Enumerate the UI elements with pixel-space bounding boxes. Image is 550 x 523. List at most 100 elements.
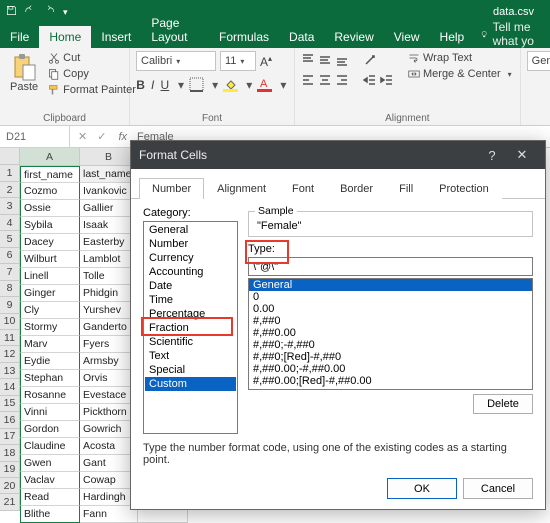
cell[interactable]: Eydie <box>20 353 80 370</box>
cell[interactable]: Ossie <box>20 200 80 217</box>
row-header[interactable]: 7 <box>0 264 20 280</box>
cancel-formula-icon[interactable]: ✕ <box>78 130 87 143</box>
row-header[interactable]: 3 <box>0 198 20 214</box>
name-box[interactable]: D21 <box>0 126 70 147</box>
align-middle-icon[interactable] <box>318 53 332 67</box>
row-header[interactable]: 2 <box>0 182 20 198</box>
align-bottom-icon[interactable] <box>335 53 349 67</box>
tab-page-layout[interactable]: Page Layout <box>141 12 209 48</box>
row-header[interactable]: 8 <box>0 281 20 297</box>
row-header[interactable]: 9 <box>0 297 20 313</box>
tab-view[interactable]: View <box>384 26 430 48</box>
cell[interactable]: Blithe <box>20 506 80 523</box>
number-format-select[interactable]: Gener <box>527 51 550 71</box>
row-header[interactable]: 5 <box>0 231 20 247</box>
row-header[interactable]: 21 <box>0 494 20 510</box>
category-option[interactable]: Scientific <box>145 335 236 349</box>
format-painter-button[interactable]: Format Painter <box>46 83 138 97</box>
type-option[interactable]: #,##0;[Red]-#,##0 <box>249 351 532 363</box>
category-option[interactable]: General <box>145 223 236 237</box>
cell[interactable]: Read <box>20 489 80 506</box>
dialog-tab[interactable]: Fill <box>386 178 426 199</box>
type-option[interactable]: #,##0 <box>249 315 532 327</box>
type-list[interactable]: General00.00#,##0#,##0.00#,##0;-#,##0#,#… <box>248 278 533 390</box>
undo-icon[interactable] <box>25 5 36 19</box>
row-header[interactable]: 17 <box>0 429 20 445</box>
row-header[interactable]: 10 <box>0 314 20 330</box>
bold-button[interactable]: B <box>136 77 145 92</box>
cell[interactable]: Sybila <box>20 217 80 234</box>
row-header[interactable]: 18 <box>0 445 20 461</box>
row-header[interactable]: 4 <box>0 215 20 231</box>
type-input[interactable] <box>248 257 533 276</box>
tab-home[interactable]: Home <box>39 26 91 48</box>
category-option[interactable]: Percentage <box>145 307 236 321</box>
dialog-tab[interactable]: Border <box>327 178 386 199</box>
category-option[interactable]: Date <box>145 279 236 293</box>
align-left-icon[interactable] <box>301 73 315 87</box>
category-option[interactable]: Special <box>145 363 236 377</box>
qatoolbar-more-icon[interactable]: ▾ <box>63 7 68 18</box>
cell[interactable]: Stephan <box>20 370 80 387</box>
dialog-title-bar[interactable]: Format Cells ? ✕ <box>131 141 545 169</box>
row-header[interactable]: 15 <box>0 396 20 412</box>
save-icon[interactable] <box>6 5 17 19</box>
underline-more-icon[interactable]: ▾ <box>176 77 185 92</box>
cell[interactable]: Cly <box>20 302 80 319</box>
tab-file[interactable]: File <box>0 26 39 48</box>
cell[interactable]: Vaclav <box>20 472 80 489</box>
font-color-button[interactable]: A <box>257 77 272 92</box>
merge-center-button[interactable]: Merge & Center▾ <box>406 67 514 81</box>
border-more-icon[interactable]: ▾ <box>211 77 220 92</box>
type-option[interactable]: 0 <box>249 291 532 303</box>
grow-font-icon[interactable]: A▴ <box>260 54 272 69</box>
wrap-text-button[interactable]: Wrap Text <box>406 51 514 65</box>
dialog-tab[interactable]: Font <box>279 178 327 199</box>
ok-button[interactable]: OK <box>387 478 457 499</box>
italic-button[interactable]: I <box>148 77 157 92</box>
category-list[interactable]: GeneralNumberCurrencyAccountingDateTimeP… <box>143 221 238 434</box>
tell-me[interactable]: Tell me what yo <box>480 20 550 48</box>
font-name-select[interactable]: Calibri▾ <box>136 51 216 71</box>
accept-formula-icon[interactable]: ✓ <box>97 130 106 143</box>
category-option[interactable]: Number <box>145 237 236 251</box>
cell[interactable]: first_name <box>20 166 80 183</box>
tab-review[interactable]: Review <box>324 26 383 48</box>
category-option[interactable]: Currency <box>145 251 236 265</box>
type-option[interactable]: General <box>249 279 532 291</box>
type-option[interactable]: #,##0.00;-#,##0.00 <box>249 363 532 375</box>
align-top-icon[interactable] <box>301 53 315 67</box>
dialog-close-icon[interactable]: ✕ <box>507 147 537 163</box>
cell[interactable]: Rosanne <box>20 387 80 404</box>
type-option[interactable]: 0.00 <box>249 303 532 315</box>
cell[interactable]: Claudine <box>20 438 80 455</box>
cell[interactable]: Vinni <box>20 404 80 421</box>
category-option[interactable]: Custom <box>145 377 236 391</box>
cut-button[interactable]: Cut <box>46 51 138 65</box>
orientation-icon[interactable] <box>363 53 377 67</box>
row-header[interactable]: 12 <box>0 346 20 362</box>
indent-inc-icon[interactable] <box>380 73 394 87</box>
copy-button[interactable]: Copy <box>46 67 138 81</box>
row-header[interactable]: 1 <box>0 165 20 181</box>
category-option[interactable]: Time <box>145 293 236 307</box>
tab-help[interactable]: Help <box>430 26 475 48</box>
row-header[interactable]: 19 <box>0 462 20 478</box>
type-option[interactable]: #,##0.00 <box>249 327 532 339</box>
cell[interactable]: Ginger <box>20 285 80 302</box>
cell[interactable]: Linell <box>20 268 80 285</box>
row-header[interactable]: 20 <box>0 478 20 494</box>
align-center-icon[interactable] <box>318 73 332 87</box>
fill-more-icon[interactable]: ▾ <box>245 77 254 92</box>
row-header[interactable]: 16 <box>0 412 20 428</box>
dialog-tab[interactable]: Number <box>139 178 204 199</box>
col-header[interactable]: A <box>20 148 80 166</box>
type-option[interactable]: #,##0;-#,##0 <box>249 339 532 351</box>
delete-button[interactable]: Delete <box>473 394 533 414</box>
cell[interactable]: Cozmo <box>20 183 80 200</box>
dialog-tab[interactable]: Protection <box>426 178 502 199</box>
dialog-tab[interactable]: Alignment <box>204 178 279 199</box>
cell[interactable]: Wilburt <box>20 251 80 268</box>
redo-icon[interactable] <box>44 5 55 19</box>
indent-dec-icon[interactable] <box>363 73 377 87</box>
